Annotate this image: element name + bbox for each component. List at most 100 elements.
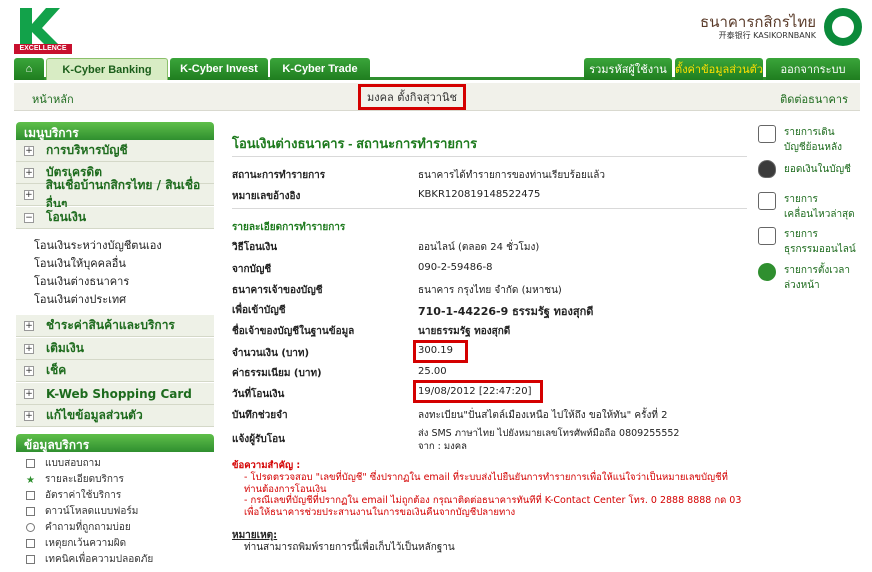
logout-button[interactable]: ออกจากระบบ [766, 58, 860, 80]
tab-k-cyber-invest[interactable]: K-Cyber Invest [170, 58, 268, 80]
calculator-icon [26, 491, 35, 500]
right-link-online-transactions[interactable]: รายการธุรกรรมออนไลน์ [758, 227, 858, 257]
status-label: สถานะการทำรายการ [232, 170, 326, 181]
caution-text-2: - กรณีเลขที่บัญชีที่ปรากฏใน email ไม่ถูก… [244, 495, 742, 518]
service-link-security-tips[interactable]: เทคนิคเพื่อความปลอดภัย [26, 552, 153, 567]
service-menu-header: เมนูบริการ [16, 122, 214, 140]
service-info-header: ข้อมูลบริการ [16, 434, 214, 452]
bank-name-english: 开泰银行 KASIKORNBANK [718, 31, 816, 40]
sidebar-item-transfer[interactable]: − โอนเงิน [16, 207, 214, 229]
fee-value: 25.00 [418, 366, 447, 377]
service-link-details[interactable]: ★ รายละเอียดบริการ [26, 472, 124, 487]
fee-label: ค่าธรรมเนียม (บาท) [232, 368, 322, 379]
right-link-label: รายการ [784, 194, 818, 205]
tab-k-cyber-banking[interactable]: K-Cyber Banking [46, 58, 168, 80]
disclaimer-icon [26, 539, 35, 548]
sidebar-item-account-management[interactable]: + การบริหารบัญชี [16, 140, 214, 162]
right-link-recent-movement[interactable]: รายการเคลื่อนไหวล่าสุด [758, 192, 858, 222]
memo-label: บันทึกช่วยจำ [232, 410, 288, 421]
main-tab-bar: ⌂ K-Cyber Banking K-Cyber Invest K-Cyber… [14, 58, 860, 80]
bank-owner-value: ธนาคาร กรุงไทย จำกัด (มหาชน) [418, 285, 562, 296]
service-label: ดาวน์โหลดแบบฟอร์ม [45, 506, 139, 517]
right-link-balance[interactable]: ยอดเงินในบัญชี [758, 160, 858, 178]
from-account-value: 090-2-59486-8 [418, 262, 493, 273]
caution-title: ข้อความสำคัญ : [232, 460, 301, 471]
right-link-scheduled[interactable]: รายการตั้งเวลา ล่วงหน้า [758, 263, 858, 293]
notify-label: แจ้งผู้รับโอน [232, 434, 285, 445]
service-label: คำถามที่ถูกถามบ่อย [45, 522, 131, 533]
sidebar-item-top-up[interactable]: + เติมเงิน [16, 338, 214, 360]
personal-settings-button[interactable]: ตั้งค่าข้อมูลส่วนตัว [675, 58, 763, 80]
service-label: เหตุยกเว้นความผิด [45, 538, 127, 549]
k-excellence-logo[interactable]: EXCELLENCE [14, 6, 72, 54]
sidebar-item-bill-payment[interactable]: + ชำระค่าสินค้าและบริการ [16, 315, 214, 337]
service-link-fees[interactable]: อัตราค่าใช้บริการ [26, 488, 121, 503]
right-link-label: เคลื่อนไหวล่าสุด [784, 209, 855, 220]
expand-icon: + [24, 189, 34, 200]
sidebar-item-label: โอนเงิน [46, 210, 87, 224]
download-icon [26, 507, 35, 516]
sub-item-interbank-transfer[interactable]: โอนเงินต่างธนาคาร [34, 272, 129, 290]
excellence-label: EXCELLENCE [14, 44, 72, 54]
caution-text-1: - โปรดตรวจสอบ "เลขที่บัญชี" ซึ่งปรากฏใน … [244, 472, 728, 495]
expand-icon: + [24, 410, 34, 421]
memo-value: ลงทะเบียน"ปั่นสไตล์เมืองเหนือ ไปให้ถึง ข… [418, 410, 668, 421]
right-link-label: ยอดเงินในบัญชี [784, 163, 851, 175]
reference-label: หมายเลขอ้างอิง [232, 191, 301, 202]
expand-icon: + [24, 343, 34, 354]
page-title: โอนเงินต่างธนาคาร - สถานะการทำรายการ [232, 136, 478, 151]
money-bag-icon [758, 160, 776, 178]
sidebar-item-k-web-shopping-card[interactable]: + K-Web Shopping Card [16, 383, 214, 405]
security-icon [26, 555, 35, 564]
collapse-icon: − [24, 212, 34, 223]
expand-icon: + [24, 365, 34, 376]
to-account-value: 710-1-44226-9 ธรรมรัฐ ทองสุกดี [418, 305, 594, 318]
account-owner-label: ชื่อเจ้าของบัญชีในฐานข้อมูล [232, 326, 355, 337]
computer-icon [758, 227, 776, 245]
sub-item-international-transfer[interactable]: โอนเงินต่างประเทศ [34, 290, 126, 308]
sub-item-third-party-transfer[interactable]: โอนเงินให้บุคคลอื่น [34, 254, 126, 272]
amount-highlight-box [413, 340, 468, 363]
right-link-label: ล่วงหน้า [784, 280, 820, 291]
sidebar-item-label: ชำระค่าสินค้าและบริการ [46, 318, 175, 332]
service-link-disclaimer[interactable]: เหตุยกเว้นความผิด [26, 536, 126, 551]
clock-icon [758, 263, 776, 281]
notify-from: จาก : มงคล [418, 441, 467, 452]
method-value: ออนไลน์ (ตลอด 24 ชั่วโมง) [418, 242, 540, 253]
remark-text: ท่านสามารถพิมพ์รายการนี้เพื่อเก็บไว้เป็น… [244, 542, 455, 553]
kbank-emblem-icon [824, 8, 862, 46]
sidebar-item-home-loan[interactable]: + สินเชื่อบ้านกสิกรไทย / สินเชื่ออื่นๆ [16, 178, 214, 211]
method-label: วิธีโอนเงิน [232, 242, 278, 253]
sidebar-item-cheque[interactable]: + เช็ค [16, 360, 214, 382]
expand-icon: + [24, 145, 34, 156]
sidebar-item-label: K-Web Shopping Card [46, 386, 192, 401]
contact-bank-link[interactable]: ติดต่อธนาคาร [780, 90, 848, 108]
right-link-statement[interactable]: รายการเดิน บัญชีย้อนหลัง [758, 125, 858, 155]
home-icon: ⌂ [25, 63, 33, 75]
service-label: รายละเอียดบริการ [45, 474, 124, 485]
tab-k-cyber-trade[interactable]: K-Cyber Trade [270, 58, 370, 80]
change-password-button[interactable]: รวมรหัสผู้ใช้งาน [584, 58, 672, 80]
logged-in-username: มงคล ตั้งกิจสุวานิช [358, 84, 466, 110]
transaction-details-heading: รายละเอียดการทำรายการ [232, 222, 346, 233]
divider [232, 208, 747, 209]
sidebar-item-label: แก้ไขข้อมูลส่วนตัว [46, 408, 143, 422]
date-label: วันที่โอนเงิน [232, 389, 285, 400]
bank-owner-label: ธนาคารเจ้าของบัญชี [232, 285, 323, 296]
reference-value: KBKR120819148522475 [418, 189, 541, 200]
right-link-label: ธุรกรรมออนไลน์ [784, 244, 856, 255]
kasikornbank-logo: ธนาคารกสิกรไทย 开泰银行 KASIKORNBANK [700, 8, 862, 46]
service-label: อัตราค่าใช้บริการ [45, 490, 122, 501]
star-icon: ★ [26, 475, 35, 486]
sub-item-own-account-transfer[interactable]: โอนเงินระหว่างบัญชีตนเอง [34, 236, 162, 254]
service-link-faq[interactable]: คำถามที่ถูกถามบ่อย [26, 520, 131, 535]
sidebar-item-edit-profile[interactable]: + แก้ไขข้อมูลส่วนตัว [16, 405, 214, 427]
home-tab[interactable]: ⌂ [14, 58, 44, 80]
right-link-label: รายการ [784, 229, 818, 240]
service-link-survey[interactable]: แบบสอบถาม [26, 456, 101, 471]
sidebar-item-label: เติมเงิน [46, 341, 84, 355]
home-link[interactable]: หน้าหลัก [32, 90, 74, 108]
right-link-label: รายการเดิน [784, 127, 835, 138]
service-link-download-forms[interactable]: ดาวน์โหลดแบบฟอร์ม [26, 504, 138, 519]
checklist-icon [758, 192, 776, 210]
